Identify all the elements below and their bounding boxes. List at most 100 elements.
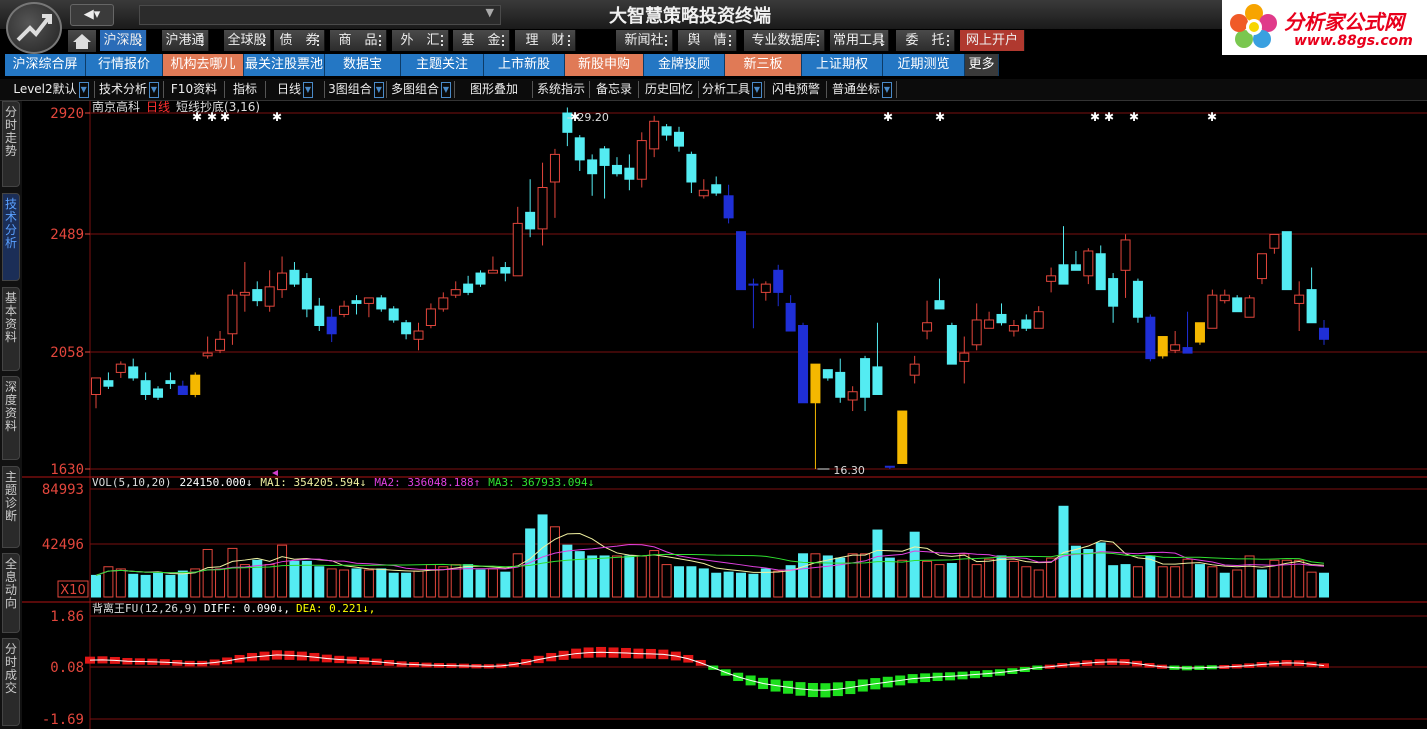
toolbar-item-5[interactable]: 3图组合 ▼ xyxy=(326,81,387,98)
volume-bar xyxy=(475,569,486,598)
volume-bar xyxy=(959,553,970,598)
submenu-item-label: 更多 xyxy=(968,57,995,72)
brand-url: www.88gs.com xyxy=(1294,33,1413,49)
toolbar-item-9[interactable]: 备忘录 xyxy=(590,81,639,98)
candle-body xyxy=(711,184,722,194)
submenu-item-1[interactable]: 行情报价 xyxy=(86,54,163,76)
volume-bar xyxy=(301,560,312,598)
submenu-item-6[interactable]: 上市新股 xyxy=(484,54,565,76)
toolbar-item-label: 分析工具 xyxy=(701,82,750,96)
submenu-item-8[interactable]: 金牌投顾 xyxy=(644,54,725,76)
volume-tick-label: 42496 xyxy=(42,537,84,553)
menu-item-13[interactable]: 网上开户 xyxy=(960,30,1025,51)
volume-header: VOL(5,10,20) 224150.000↓ MA1: 354205.594↓ M… xyxy=(92,476,594,489)
volume-bar xyxy=(363,569,374,598)
side-tab-4[interactable]: 主题诊断 xyxy=(2,466,20,548)
chart-area[interactable]: 2920 2489 2058 1630 南京高科 日线 短线抄底(3,16) 29.20 16.… xyxy=(22,101,1427,729)
submenu-item-10[interactable]: 上证期权 xyxy=(802,54,883,76)
side-tab-2[interactable]: 基本资料 xyxy=(2,287,20,371)
menu-item-4[interactable]: 商 品 xyxy=(330,30,387,51)
side-tab-1[interactable]: 技术分析 xyxy=(2,193,20,281)
toolbar-item-10[interactable]: 历史回忆 xyxy=(640,81,699,98)
volume-bar xyxy=(673,566,684,598)
macd-header: 背离王FU(12,26,9) DIFF: 0.090↓, DEA: 0.221↓, xyxy=(92,601,375,615)
candle-body xyxy=(1033,311,1044,329)
menu-item-5[interactable]: 外 汇 xyxy=(392,30,449,51)
menu-item-6[interactable]: 基 金 xyxy=(453,30,510,51)
dropdown-arrow-icon: ▼ xyxy=(149,81,159,98)
side-tab-0[interactable]: 分时走势 xyxy=(2,101,20,187)
volume-bar xyxy=(711,572,722,598)
toolbar-item-6[interactable]: 多图组合 ▼ xyxy=(388,81,455,98)
candle-body xyxy=(884,465,895,468)
menu-item-label: 债 券 xyxy=(279,33,319,48)
volume-bar xyxy=(599,555,610,598)
signal-star-icon: ✱ xyxy=(272,110,282,124)
candle-body xyxy=(909,363,920,376)
submenu-item-0[interactable]: 沪深综合屏 xyxy=(5,54,86,76)
menu-item-7[interactable]: 理 财 xyxy=(515,30,576,51)
submenu-item-12[interactable]: 更多 xyxy=(965,54,999,76)
volume-bar xyxy=(401,572,412,598)
signal-star-icon: ✱ xyxy=(935,110,945,124)
volume-bar xyxy=(698,568,709,598)
brand-banner[interactable]: 分析家公式网 www.88gs.com xyxy=(1222,0,1427,55)
candle-body xyxy=(1319,327,1329,340)
side-tab-5[interactable]: 全息动向 xyxy=(2,553,20,633)
submenu-item-2[interactable]: 机构去哪儿 xyxy=(163,54,244,76)
back-forward-button[interactable]: ◀▾ xyxy=(70,4,114,26)
submenu-item-7[interactable]: 新股申购 xyxy=(565,54,644,76)
volume-bar xyxy=(847,553,858,598)
header-period: 日线 xyxy=(146,101,170,114)
submenu-item-4[interactable]: 数据宝 xyxy=(325,54,401,76)
candle-body xyxy=(810,363,821,404)
menu-item-2[interactable]: 全球股 xyxy=(224,30,271,51)
volume-bar xyxy=(264,564,275,598)
volume-bar xyxy=(115,568,126,598)
menu-item-8[interactable]: 新闻社 xyxy=(616,30,673,51)
menu-item-1[interactable]: 沪港通 xyxy=(162,30,209,51)
menu-item-12[interactable]: 委 托 xyxy=(896,30,955,51)
volume-bar xyxy=(277,544,288,598)
home-button[interactable] xyxy=(68,30,96,52)
dropdown-arrow-icon: ▼ xyxy=(303,81,313,98)
candle-body xyxy=(1269,233,1280,249)
toolbar-item-2[interactable]: F10资料 xyxy=(164,81,225,98)
menu-item-0[interactable]: 沪深股 xyxy=(100,30,147,51)
toolbar-item-8[interactable]: 系统指示 xyxy=(533,81,590,98)
signal-star-icon: ✱ xyxy=(207,110,217,124)
menu-item-11[interactable]: 常用工具 xyxy=(830,30,889,51)
toolbar-item-13[interactable]: 普通坐标 ▼ xyxy=(828,81,897,98)
menu-dots-icon xyxy=(568,35,572,46)
toolbar-item-4[interactable]: 日线 ▼ xyxy=(266,81,325,98)
dropdown-arrow-icon: ▼ xyxy=(752,81,762,98)
toolbar-item-11[interactable]: 分析工具 ▼ xyxy=(700,81,765,98)
menu-item-3[interactable]: 债 券 xyxy=(274,30,325,51)
dropdown-arrow-icon: ▼ xyxy=(441,81,451,98)
volume-bar xyxy=(1021,566,1032,598)
toolbar-item-0[interactable]: Level2默认 ▼ xyxy=(8,81,95,98)
candle-body xyxy=(202,352,213,357)
candle-body xyxy=(128,366,139,379)
address-dropdown[interactable]: ▼ xyxy=(139,5,501,25)
toolbar-item-3[interactable]: 指标 xyxy=(225,81,266,98)
submenu-item-5[interactable]: 主题关注 xyxy=(401,54,484,76)
volume-bar xyxy=(239,564,250,598)
toolbar-item-12[interactable]: 闪电预警 xyxy=(766,81,827,98)
volume-bar xyxy=(128,573,139,598)
toolbar-item-1[interactable]: 技术分析 ▼ xyxy=(95,81,164,98)
macd-tick-label: -1.69 xyxy=(42,712,84,728)
volume-bar xyxy=(822,555,833,598)
menu-item-label: 新闻社 xyxy=(624,33,664,48)
toolbar-item-7[interactable]: 图形叠加 xyxy=(456,81,533,98)
signal-star-icon: ✱ xyxy=(192,110,202,124)
menu-item-10[interactable]: 专业数据库 xyxy=(744,30,825,51)
submenu-item-3[interactable]: 最关注股票池 xyxy=(244,54,325,76)
submenu-item-11[interactable]: 近期测览 xyxy=(883,54,965,76)
menu-item-9[interactable]: 舆 情 xyxy=(678,30,737,51)
side-tab-3[interactable]: 深度资料 xyxy=(2,376,20,460)
volume-bar xyxy=(1108,565,1119,598)
side-tab-6[interactable]: 分时成交 xyxy=(2,638,20,726)
volume-bar xyxy=(971,564,982,598)
submenu-item-9[interactable]: 新三板 xyxy=(725,54,802,76)
